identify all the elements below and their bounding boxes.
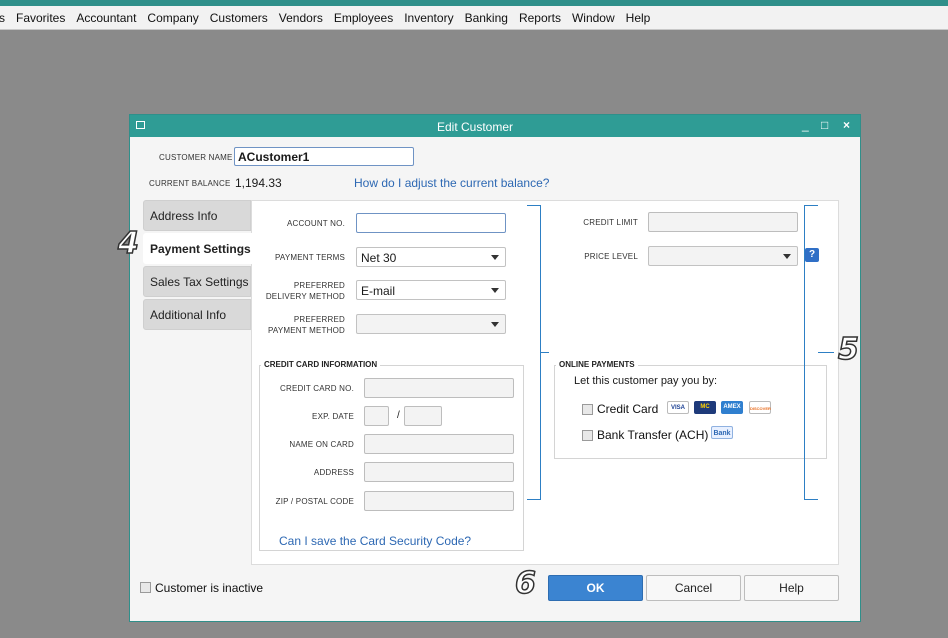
bracket-left-bottom bbox=[527, 353, 541, 500]
payment-terms-value: Net 30 bbox=[361, 251, 397, 265]
exp-date-label: EXP. DATE bbox=[312, 412, 354, 421]
customer-name-value: ACustomer1 bbox=[238, 150, 310, 164]
minimize-icon[interactable]: _ bbox=[802, 118, 809, 132]
tab-payment-settings[interactable]: Payment Settings bbox=[143, 233, 253, 264]
online-credit-card-checkbox[interactable] bbox=[582, 404, 593, 415]
ok-button[interactable]: OK bbox=[548, 575, 643, 601]
payment-terms-label: PAYMENT TERMS bbox=[274, 253, 345, 262]
delivery-method-value: E-mail bbox=[361, 284, 396, 298]
online-payments-title: ONLINE PAYMENTS bbox=[556, 360, 638, 369]
name-on-card-label: NAME ON CARD bbox=[289, 440, 354, 449]
delivery-method-label-2: DELIVERY METHOD bbox=[265, 292, 345, 301]
dialog-title: Edit Customer bbox=[436, 120, 514, 134]
maximize-icon[interactable]: □ bbox=[821, 118, 828, 132]
card-security-code-link[interactable]: Can I save the Card Security Code? bbox=[279, 534, 471, 548]
menu-item-accountant[interactable]: Accountant bbox=[76, 11, 136, 25]
zip-code-input[interactable] bbox=[364, 491, 514, 511]
price-level-label: PRICE LEVEL bbox=[584, 252, 638, 261]
menu-bar: s Favorites Accountant Company Customers… bbox=[0, 6, 948, 30]
menu-item-help[interactable]: Help bbox=[626, 11, 651, 25]
annotation-4: 4 bbox=[117, 225, 139, 262]
adjust-balance-link[interactable]: How do I adjust the current balance? bbox=[354, 176, 549, 190]
online-credit-card-label: Credit Card bbox=[597, 402, 659, 416]
account-no-input[interactable] bbox=[356, 213, 506, 233]
menu-item-customers[interactable]: Customers bbox=[210, 11, 268, 25]
account-no-label: ACCOUNT NO. bbox=[286, 219, 345, 228]
help-button[interactable]: Help bbox=[744, 575, 839, 601]
chevron-down-icon bbox=[491, 322, 499, 327]
name-on-card-input[interactable] bbox=[364, 434, 514, 454]
bracket-right-bottom bbox=[804, 353, 818, 500]
menu-item-vendors[interactable]: Vendors bbox=[279, 11, 323, 25]
credit-limit-input[interactable] bbox=[648, 212, 798, 232]
bracket-right-top bbox=[804, 205, 818, 353]
chevron-down-icon bbox=[783, 254, 791, 259]
customer-inactive-checkbox[interactable] bbox=[140, 582, 151, 593]
amex-icon: AMEX bbox=[721, 401, 743, 414]
menu-item-inventory[interactable]: Inventory bbox=[404, 11, 453, 25]
payment-method-label-2: PAYMENT METHOD bbox=[267, 326, 345, 335]
menu-item-reports[interactable]: Reports bbox=[519, 11, 561, 25]
annotation-6: 6 bbox=[514, 565, 536, 602]
online-payments-intro: Let this customer pay you by: bbox=[574, 375, 718, 387]
tab-sales-tax-settings[interactable]: Sales Tax Settings bbox=[143, 266, 251, 297]
mastercard-icon: MC bbox=[694, 401, 716, 414]
close-icon[interactable]: × bbox=[843, 118, 850, 132]
price-level-select[interactable] bbox=[648, 246, 798, 266]
zip-code-label: ZIP / POSTAL CODE bbox=[275, 497, 354, 506]
menu-item-favorites[interactable]: Favorites bbox=[16, 11, 65, 25]
visa-icon: VISA bbox=[667, 401, 689, 414]
payment-terms-select[interactable]: Net 30 bbox=[356, 247, 506, 267]
chevron-down-icon bbox=[491, 288, 499, 293]
credit-card-group-title: CREDIT CARD INFORMATION bbox=[261, 360, 381, 369]
menu-item-banking[interactable]: Banking bbox=[465, 11, 508, 25]
menu-item-employees[interactable]: Employees bbox=[334, 11, 393, 25]
annotation-5: 5 bbox=[837, 331, 859, 368]
tab-address-info[interactable]: Address Info bbox=[143, 200, 251, 231]
payment-settings-panel: ACCOUNT NO. PAYMENT TERMS Net 30 PREFERR… bbox=[251, 200, 839, 565]
payment-method-select[interactable] bbox=[356, 314, 506, 334]
exp-year-input[interactable] bbox=[404, 406, 442, 426]
chevron-down-icon bbox=[491, 255, 499, 260]
edit-customer-dialog: Edit Customer _ □ × CUSTOMER NAME ACusto… bbox=[129, 114, 861, 622]
delivery-method-label-1: PREFERRED bbox=[293, 281, 345, 290]
customer-inactive-label: Customer is inactive bbox=[155, 581, 264, 595]
card-address-input[interactable] bbox=[364, 462, 514, 482]
credit-card-no-label: CREDIT CARD NO. bbox=[280, 384, 354, 393]
menu-item-window[interactable]: Window bbox=[572, 11, 615, 25]
delivery-method-select[interactable]: E-mail bbox=[356, 280, 506, 300]
exp-date-separator: / bbox=[397, 410, 400, 421]
exp-month-input[interactable] bbox=[364, 406, 389, 426]
payment-method-label-1: PREFERRED bbox=[293, 315, 345, 324]
tab-additional-info[interactable]: Additional Info bbox=[143, 299, 251, 330]
bracket-right-tick bbox=[818, 352, 834, 353]
card-address-label: ADDRESS bbox=[313, 468, 354, 477]
menu-item-file-partial[interactable]: s bbox=[0, 11, 5, 25]
bracket-left-tick bbox=[541, 352, 549, 353]
online-bank-transfer-label: Bank Transfer (ACH) bbox=[597, 428, 709, 442]
discover-icon: DISCOVER bbox=[749, 401, 771, 414]
dialog-titlebar: Edit Customer _ □ × bbox=[130, 115, 860, 137]
online-bank-transfer-checkbox[interactable] bbox=[582, 430, 593, 441]
current-balance-label: CURRENT BALANCE bbox=[149, 179, 231, 188]
bank-icon: Bank bbox=[711, 426, 733, 439]
customer-name-label: CUSTOMER NAME bbox=[159, 153, 233, 162]
credit-card-no-input[interactable] bbox=[364, 378, 514, 398]
bracket-left-top bbox=[527, 205, 541, 353]
cancel-button[interactable]: Cancel bbox=[646, 575, 741, 601]
credit-limit-label: CREDIT LIMIT bbox=[583, 218, 638, 227]
current-balance-value: 1,194.33 bbox=[235, 176, 282, 190]
customer-name-input[interactable]: ACustomer1 bbox=[234, 147, 414, 166]
menu-item-company[interactable]: Company bbox=[147, 11, 198, 25]
